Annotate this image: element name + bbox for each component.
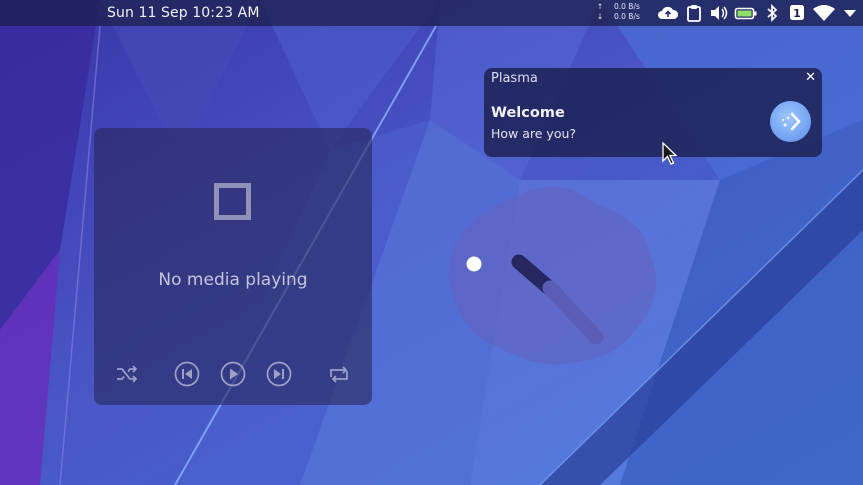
digital-clock[interactable]: Sun 11 Sep 10:23 AM (107, 5, 260, 21)
cloud-upload-icon[interactable] (657, 4, 679, 22)
clock-face (448, 187, 657, 365)
second-hand-tip (466, 256, 482, 272)
shuffle-icon[interactable] (113, 360, 141, 388)
expand-tray-icon[interactable] (842, 4, 858, 22)
download-arrow-icon: ↓ (596, 12, 604, 21)
clipboard-icon[interactable] (685, 4, 705, 22)
play-icon[interactable] (219, 360, 247, 388)
analog-clock-widget[interactable] (446, 185, 660, 367)
volume-icon[interactable] (709, 4, 729, 22)
notification-body: How are you? (491, 126, 577, 141)
previous-icon[interactable] (173, 360, 201, 388)
media-status-text: No media playing (158, 270, 308, 290)
repeat-icon[interactable] (325, 360, 353, 388)
album-art-placeholder-icon (214, 183, 251, 220)
mouse-cursor-icon (662, 142, 678, 165)
plasma-discover-icon (770, 101, 811, 142)
close-icon[interactable]: ✕ (805, 70, 816, 85)
notification-summary: Welcome (491, 105, 565, 121)
top-panel: Sun 11 Sep 10:23 AM ↑ 0.0 B/s ↓ 0.0 B/s … (0, 0, 863, 26)
next-icon[interactable] (265, 360, 293, 388)
bluetooth-icon[interactable] (764, 4, 784, 22)
upload-speed: 0.0 B/s (614, 2, 640, 11)
network-speed-monitor[interactable]: ↑ 0.0 B/s ↓ 0.0 B/s (596, 2, 640, 22)
wifi-icon[interactable] (812, 4, 836, 22)
download-speed: 0.0 B/s (614, 12, 640, 21)
upload-arrow-icon: ↑ (596, 2, 604, 11)
notifications-icon[interactable]: 1 (789, 4, 805, 22)
notification-count: 1 (793, 7, 801, 20)
battery-icon[interactable] (734, 4, 758, 22)
notification-app-name: Plasma (491, 71, 538, 86)
notification-popup[interactable]: Plasma ✕ Welcome How are you? (484, 68, 822, 157)
